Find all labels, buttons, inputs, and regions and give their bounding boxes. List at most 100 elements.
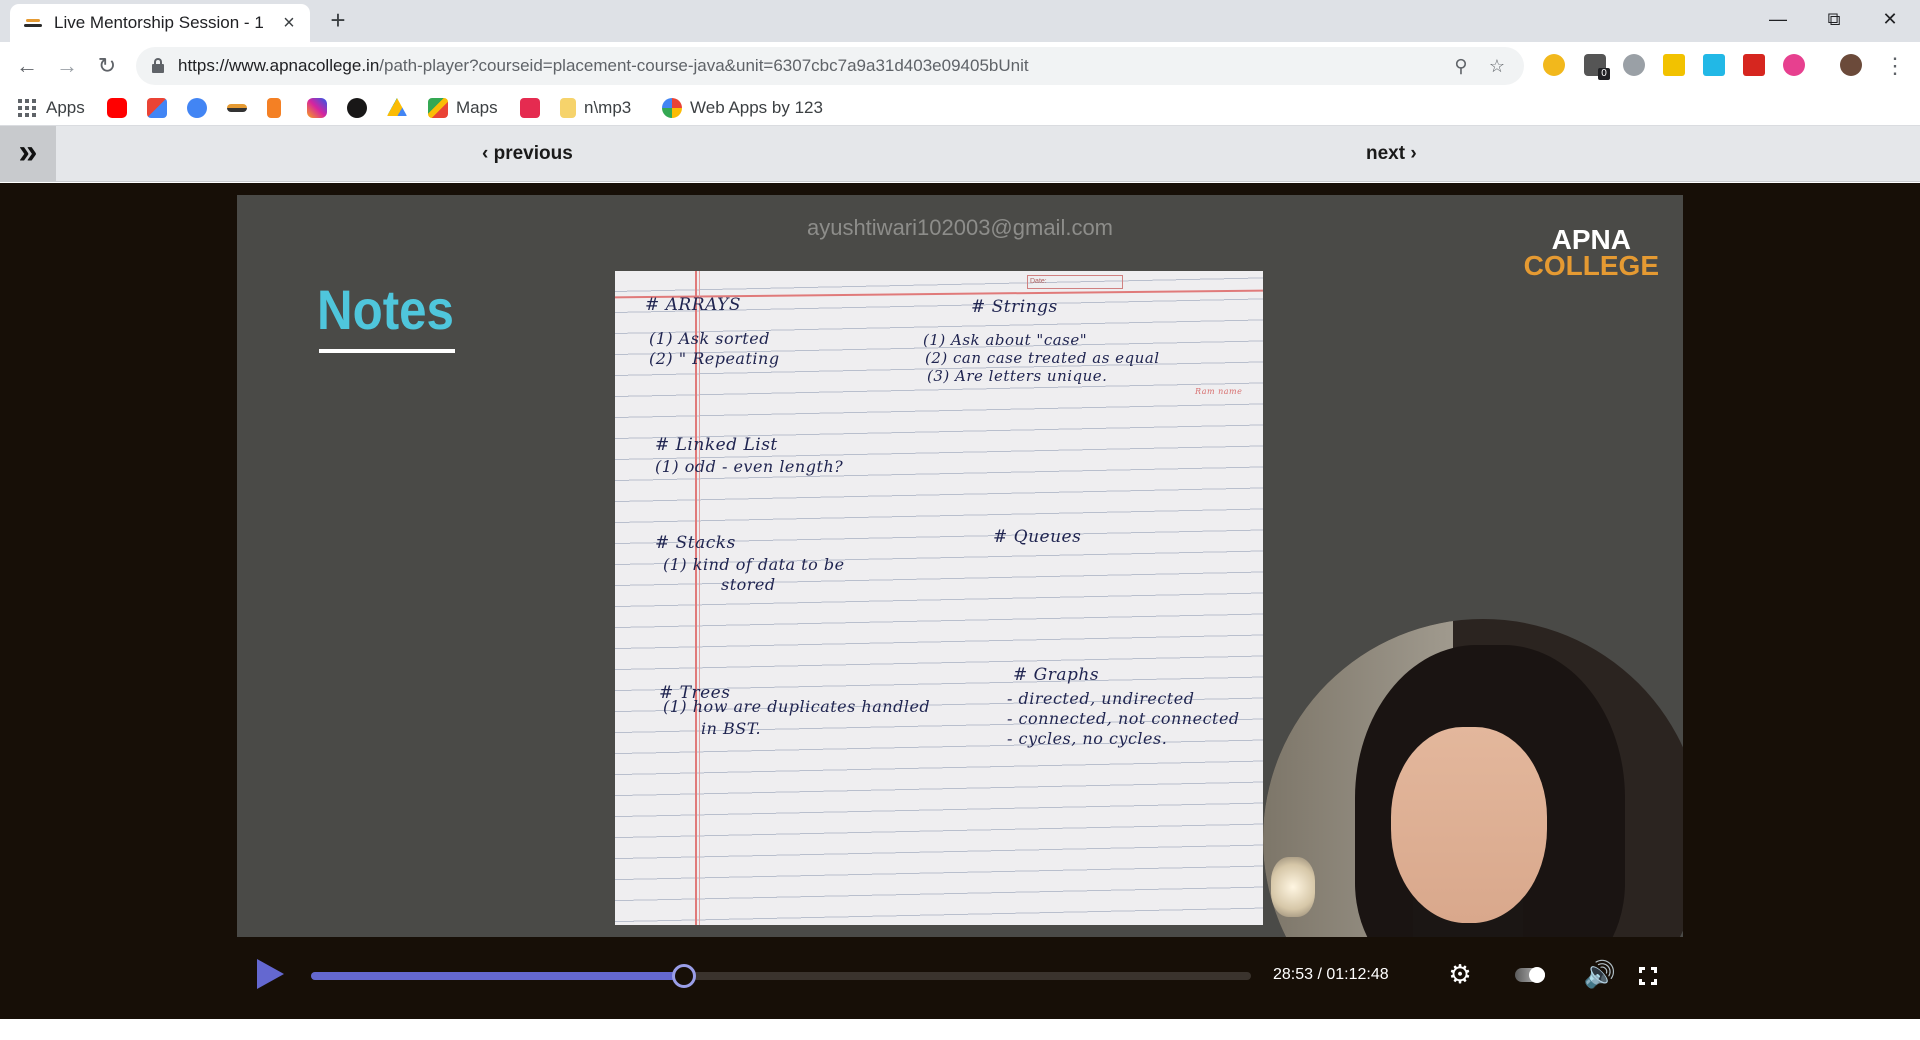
note-stacks-2: stored [721,575,776,594]
bookmark-apps[interactable]: Apps [18,96,85,120]
settings-gear-icon[interactable]: ⚙ [1443,957,1477,991]
note-stacks-heading: # Stacks [655,533,736,553]
apps-grid-icon [18,99,36,117]
bookmark-github[interactable] [347,96,375,120]
github-icon [347,98,367,118]
extension-pdf-icon[interactable] [1743,54,1765,76]
player-controls: 28:53 / 01:12:48 ⚙ 🔊 [237,937,1683,1013]
bookmark-google-drive[interactable] [387,96,415,120]
logo-line-2: COLLEGE [1523,250,1659,281]
extension-badge-icon[interactable]: 0 [1584,54,1610,80]
cloud-download-icon [187,98,207,118]
apna-college-logo: APNA COLLEGE [1523,226,1659,281]
bookmark-instagram[interactable] [307,96,335,120]
back-icon[interactable]: ← [12,51,42,81]
tab-close-icon[interactable]: × [278,12,300,34]
bookmark-mp3[interactable]: n\mp3 [560,96,631,120]
star-icon[interactable]: ☆ [1486,55,1508,77]
url-text[interactable]: https://www.apnacollege.in/path-player?c… [178,47,1029,85]
note-graphs-3: - cycles, no cycles. [1007,729,1168,748]
lock-icon[interactable] [152,58,164,73]
browser-tab-active[interactable]: Live Mentorship Session - 1 × [10,4,310,42]
extension-download-icon[interactable] [1623,54,1645,76]
seek-bar-progress [311,972,684,980]
new-tab-button[interactable]: + [324,6,352,34]
note-strings-1: (1) Ask about "case" [923,331,1088,349]
minimize-window-button[interactable]: — [1750,0,1806,38]
close-window-button[interactable]: ✕ [1862,0,1918,38]
volume-icon[interactable]: 🔊 [1583,957,1617,991]
bookmarks-bar: Apps Maps n\mp3 Web Apps by 123 [0,90,1920,126]
presenter-face [1391,727,1547,923]
lamp-shape [1271,857,1315,917]
bookmark-maps[interactable]: Maps [428,96,498,120]
maps-icon [428,98,448,118]
instagram-icon [307,98,327,118]
folder-icon [560,98,576,118]
browser-tab-strip: Live Mentorship Session - 1 × + — ⧉ ✕ [0,0,1920,42]
reload-icon[interactable]: ↻ [92,51,122,81]
google-drive-icon [387,98,407,116]
bookmark-apps-label: Apps [46,98,85,117]
bookmark-apna-college[interactable] [227,96,255,120]
url-host: https://www.apnacollege.in [178,56,380,75]
bookmark-youtube[interactable] [107,96,135,120]
previous-lesson-link[interactable]: ‹ previous [482,126,573,182]
extension-pen-icon[interactable] [1703,54,1725,76]
youtube-icon [107,98,127,118]
extension-moon-icon[interactable] [1543,54,1565,76]
extension-notes-icon[interactable] [1663,54,1685,76]
download-arrow-icon [520,98,540,118]
note-trees-2: in BST. [701,719,762,738]
tab-title: Live Mentorship Session - 1 [54,13,264,32]
note-strings-3: (3) Are letters unique. [927,367,1108,385]
forward-icon[interactable]: → [52,51,82,81]
note-stacks-1: (1) kind of data to be [663,555,845,574]
note-strings-heading: # Strings [971,297,1058,317]
bookmark-web-apps[interactable]: Web Apps by 123 [662,96,823,120]
note-arrays-2: (2) " Repeating [649,349,780,368]
key-icon[interactable]: ⚲ [1450,55,1472,77]
video-player: ayushtiwari102003@gmail.com APNA COLLEGE… [0,183,1920,1019]
site-favicon-icon [24,16,42,30]
bookmark-mp3-label: n\mp3 [584,98,632,117]
extension-badge-count: 0 [1598,68,1610,80]
note-trees-1: (1) how are duplicates handled [663,697,931,716]
speed-toggle-icon[interactable] [1515,967,1545,983]
seek-bar-handle[interactable] [671,964,696,988]
profile-avatar[interactable] [1840,54,1862,76]
slide-title-underline [319,349,455,353]
next-lesson-link[interactable]: next › [1366,126,1417,182]
bookmark-downloader[interactable] [520,96,548,120]
note-queues-heading: # Queues [993,527,1082,547]
extension-circle-icon[interactable] [1783,54,1805,76]
bookmark-cloud-download[interactable] [187,96,215,120]
browser-menu-icon[interactable]: ⋮ [1884,51,1906,81]
gmail-icon [147,98,167,118]
play-icon[interactable] [257,959,284,989]
bookmark-gmail[interactable] [147,96,175,120]
restore-window-button[interactable]: ⧉ [1806,0,1862,38]
course-nav-bar: » ‹ previous next › [0,126,1920,182]
video-frame[interactable]: ayushtiwari102003@gmail.com APNA COLLEGE… [237,195,1683,937]
note-linked-list-heading: # Linked List [655,435,778,455]
date-box: Date: [1027,275,1123,289]
note-graphs-2: - connected, not connected [1007,709,1240,728]
seek-bar[interactable] [311,964,1251,988]
slide-title: Notes [317,278,454,341]
web-apps-icon [662,98,682,118]
address-bar[interactable]: https://www.apnacollege.in/path-player?c… [136,47,1524,85]
presenter-webcam [1263,619,1683,937]
note-graphs-1: - directed, undirected [1007,689,1195,708]
email-watermark: ayushtiwari102003@gmail.com [806,215,1114,240]
browser-toolbar: ← → ↻ https://www.apnacollege.in/path-pl… [0,42,1920,90]
playback-time: 28:53 / 01:12:48 [1273,966,1389,983]
bookmark-web-apps-label: Web Apps by 123 [690,98,823,117]
fullscreen-icon[interactable] [1639,967,1657,985]
bookmark-stackoverflow[interactable] [267,96,289,120]
note-strings-2: (2) can case treated as equal [925,349,1160,367]
sidebar-expand-icon[interactable]: » [0,126,56,182]
url-path: /path-player?courseid=placement-course-j… [379,56,1029,75]
apna-college-icon [227,104,247,112]
bookmark-maps-label: Maps [456,98,498,117]
